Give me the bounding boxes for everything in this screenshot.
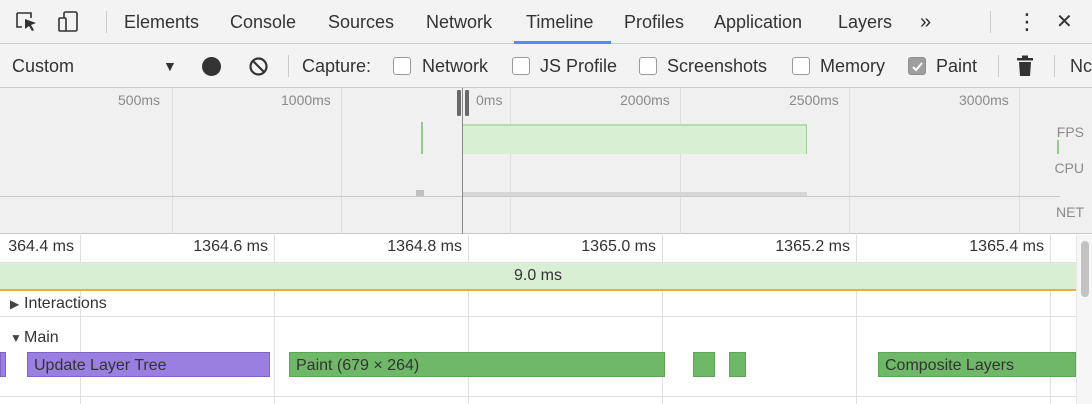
toolbar-divider: [998, 55, 999, 77]
collapse-arrow-icon[interactable]: ▼: [10, 325, 24, 351]
bottom-border: [0, 396, 1076, 397]
detail-scrollbar[interactable]: [1076, 235, 1092, 404]
event-block[interactable]: [0, 352, 6, 377]
checkmark-icon: [912, 62, 923, 72]
devtools-tab-bar: Elements Console Sources Network Timelin…: [0, 0, 1092, 44]
close-icon[interactable]: ✕: [1056, 0, 1073, 44]
overview-tick: 0ms: [476, 92, 503, 108]
tab-bar-divider: [990, 11, 991, 33]
toolbar-divider: [1054, 55, 1055, 77]
screenshots-checkbox[interactable]: [639, 57, 657, 75]
overview-window-handle-left[interactable]: [457, 90, 461, 116]
detail-gridline: [274, 235, 275, 404]
detail-gridline: [468, 235, 469, 404]
ruler-tick: 1364.6 ms: [193, 238, 268, 255]
time-ruler: 364.4 ms 1364.6 ms 1364.8 ms 1365.0 ms 1…: [0, 235, 1092, 263]
cpu-activity: [462, 192, 807, 196]
ruler-tick: 1364.8 ms: [387, 238, 462, 255]
tab-bar-divider: [106, 11, 107, 33]
detail-gridline: [1050, 235, 1051, 404]
kebab-menu-icon[interactable]: ⋮: [1016, 0, 1038, 44]
ruler-tick: 364.4 ms: [8, 238, 74, 255]
tab-application[interactable]: Application: [714, 0, 802, 44]
overview-window-handle-right[interactable]: [465, 90, 469, 116]
ruler-tick: 1365.2 ms: [775, 238, 850, 255]
inspect-element-icon[interactable]: [14, 10, 40, 34]
tab-console[interactable]: Console: [230, 0, 296, 44]
js-profile-checkbox[interactable]: [512, 57, 530, 75]
event-composite-layers[interactable]: Composite Layers: [878, 352, 1076, 377]
frame-duration: 9.0 ms: [513, 267, 562, 284]
overview-tick: 1000ms: [281, 92, 331, 108]
scrollbar-thumb[interactable]: [1081, 241, 1089, 297]
fps-lane-label: FPS: [1056, 124, 1084, 140]
fps-lane-marker: [1057, 140, 1059, 154]
main-track-label: Main: [24, 329, 59, 346]
truncated-toolbar-option[interactable]: Nc: [1070, 44, 1092, 88]
cpu-lane-label: CPU: [1054, 160, 1084, 176]
overview-gridline: [172, 88, 173, 234]
overview-gridline: [341, 88, 342, 234]
event-block[interactable]: [693, 352, 715, 377]
tab-timeline[interactable]: Timeline: [526, 0, 593, 44]
interactions-track-label: Interactions: [24, 295, 107, 312]
ruler-tick: 1365.0 ms: [581, 238, 656, 255]
paint-checkbox[interactable]: [908, 57, 926, 75]
memory-checkbox[interactable]: [792, 57, 810, 75]
timeline-overview[interactable]: 500ms 1000ms 0ms 2000ms 2500ms 3000ms FP…: [0, 88, 1092, 234]
capture-label: Capture:: [302, 56, 372, 76]
tab-sources[interactable]: Sources: [328, 0, 394, 44]
event-block[interactable]: [729, 352, 746, 377]
detail-gridline: [662, 235, 663, 404]
net-lane-label: NET: [1056, 204, 1084, 220]
network-checkbox[interactable]: [393, 57, 411, 75]
overview-tick: 500ms: [118, 92, 161, 108]
overview-window-left: [462, 88, 463, 234]
frame-bar[interactable]: 9.0 ms: [0, 263, 1076, 291]
overview-tick: 2500ms: [789, 92, 839, 108]
device-toolbar-icon[interactable]: [56, 10, 82, 34]
more-tabs-icon[interactable]: »: [920, 0, 931, 44]
detail-gridline: [856, 235, 857, 404]
cpu-baseline: [0, 196, 1060, 197]
record-icon[interactable]: [202, 57, 221, 76]
tab-network[interactable]: Network: [426, 0, 492, 44]
fps-spike: [421, 122, 423, 154]
throttling-preset-select[interactable]: Custom: [12, 44, 74, 88]
fps-activity: [462, 124, 807, 154]
tab-layers[interactable]: Layers: [838, 0, 892, 44]
paint-checkbox-label[interactable]: Paint: [936, 44, 977, 88]
overview-gridline: [680, 88, 681, 234]
expand-arrow-icon[interactable]: ▶: [10, 291, 24, 317]
overview-gridline: [849, 88, 850, 234]
js-profile-checkbox-label[interactable]: JS Profile: [540, 44, 617, 88]
clear-icon[interactable]: [248, 56, 269, 77]
tab-profiles[interactable]: Profiles: [624, 0, 684, 44]
memory-checkbox-label[interactable]: Memory: [820, 44, 885, 88]
event-update-layer-tree[interactable]: Update Layer Tree: [27, 352, 270, 377]
trash-icon[interactable]: [1016, 55, 1034, 77]
tab-elements[interactable]: Elements: [124, 0, 199, 44]
main-track-header[interactable]: ▼ Main: [0, 325, 59, 351]
screenshots-checkbox-label[interactable]: Screenshots: [667, 44, 767, 88]
interactions-track-header[interactable]: ▶ Interactions: [0, 291, 1076, 317]
overview-gridline: [510, 88, 511, 234]
event-paint[interactable]: Paint (679 × 264): [289, 352, 665, 377]
timeline-toolbar: Custom ▼ Capture: Network JS Profile Scr…: [0, 44, 1092, 88]
cpu-activity: [416, 190, 424, 196]
chevron-down-icon[interactable]: ▼: [163, 44, 177, 88]
overview-tick: 2000ms: [620, 92, 670, 108]
network-checkbox-label[interactable]: Network: [422, 44, 488, 88]
toolbar-divider: [288, 55, 289, 77]
ruler-tick: 1365.4 ms: [969, 238, 1044, 255]
overview-tick: 3000ms: [959, 92, 1009, 108]
detail-gridline: [80, 235, 81, 404]
overview-gridline: [1019, 88, 1020, 234]
